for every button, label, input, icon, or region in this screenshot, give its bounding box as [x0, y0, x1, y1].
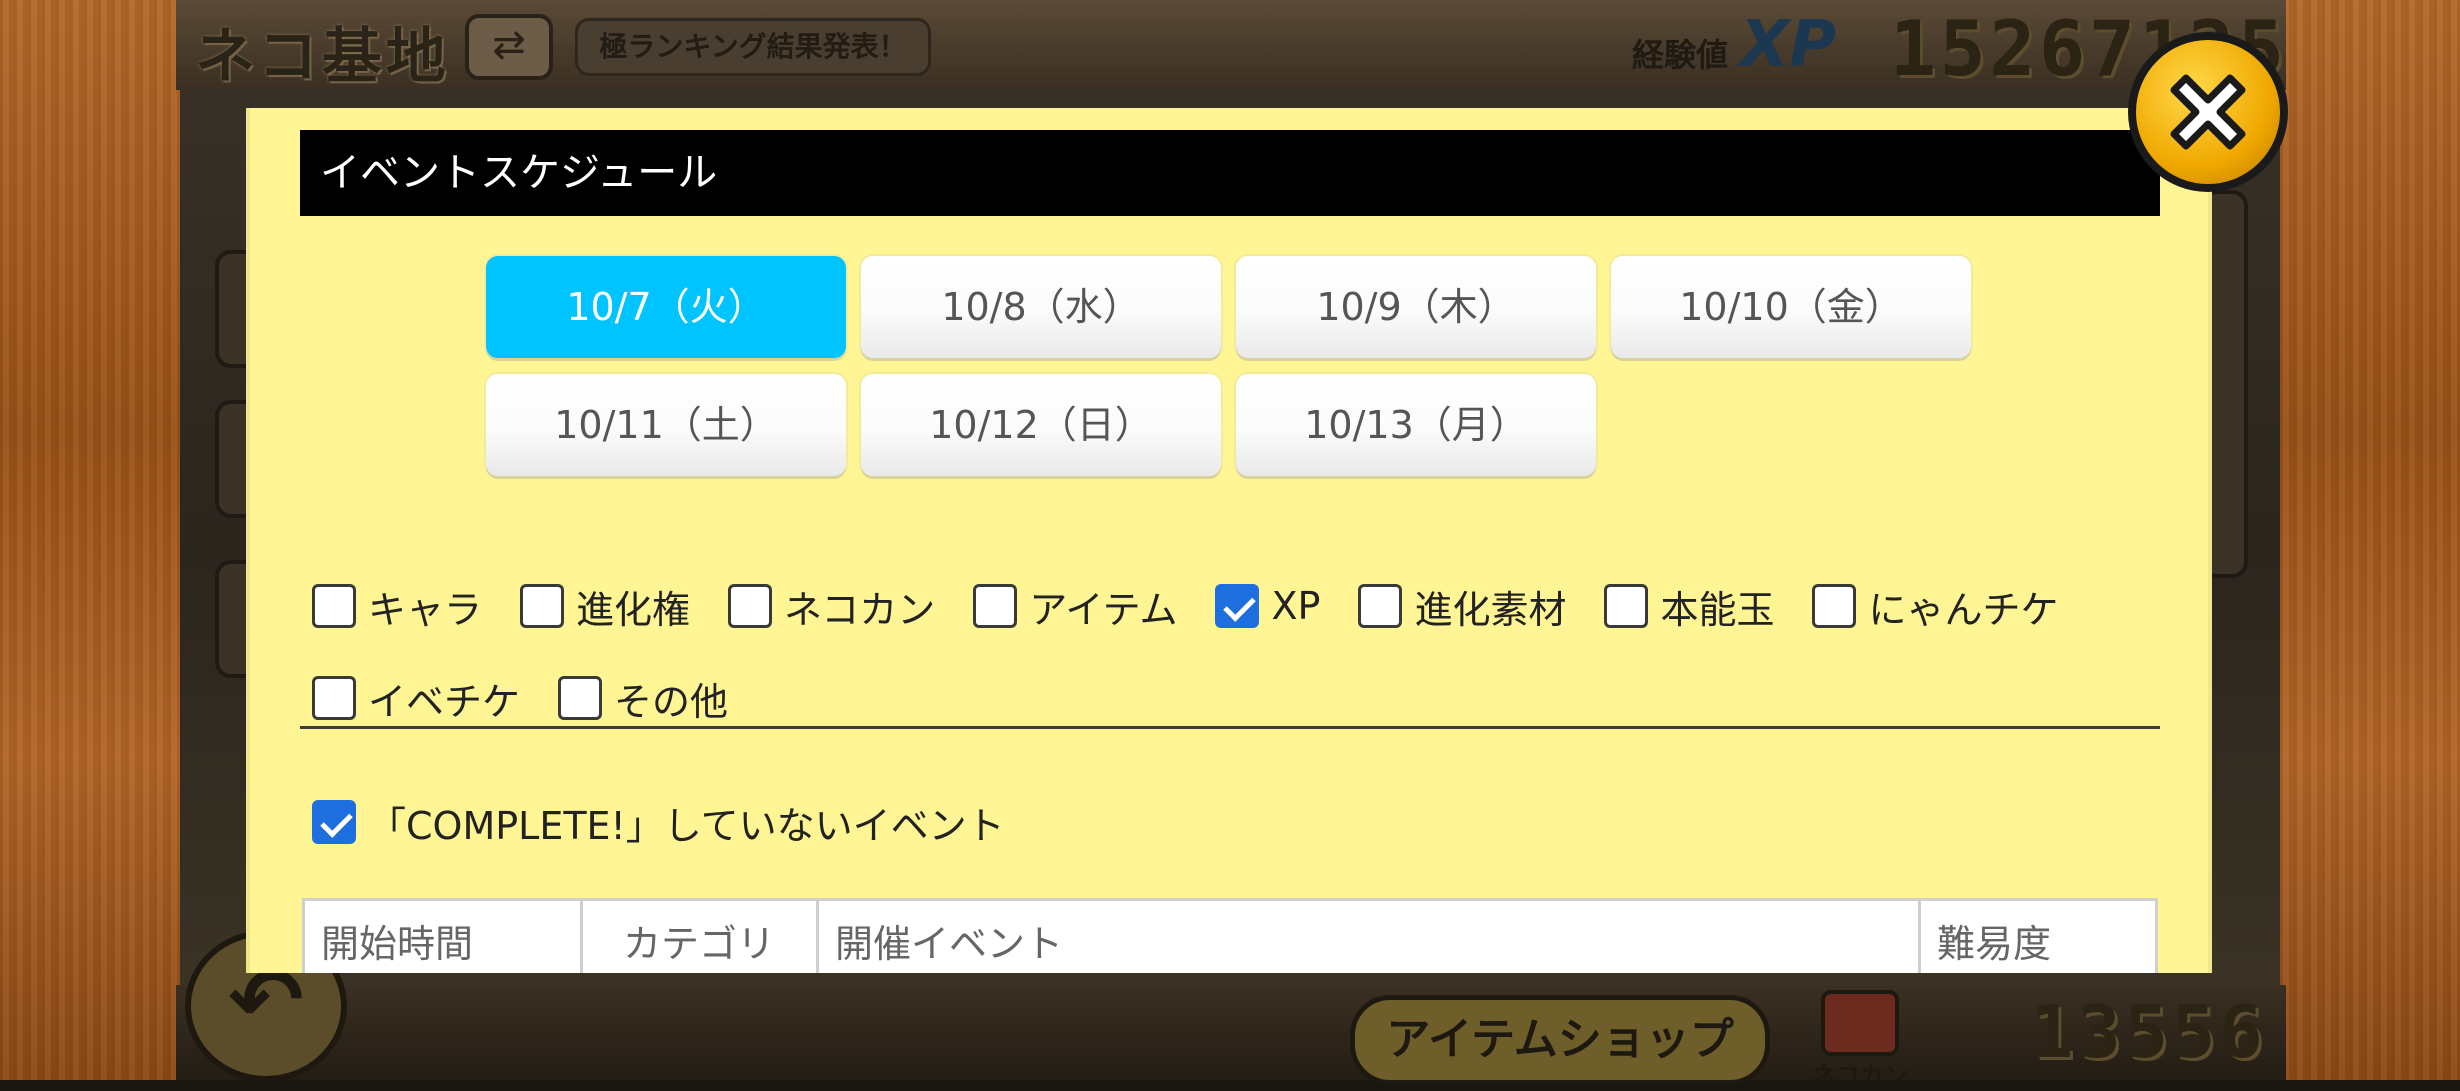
date-button[interactable]: 10/9（木）: [1236, 256, 1596, 358]
xp-word: XP: [1740, 8, 1837, 82]
nekokan-value: 13556: [2030, 990, 2267, 1074]
event-schedule-modal: イベントスケジュール 10/7（火） 10/8（水） 10/9（木） 10/10…: [246, 108, 2212, 973]
date-button[interactable]: 10/13（月）: [1236, 374, 1596, 476]
swap-icon[interactable]: ⇄: [465, 14, 553, 80]
wood-frame-right: [2280, 0, 2460, 1080]
filter-checkbox-cat-ticket[interactable]: にゃんチケ: [1812, 579, 2058, 634]
filter-checkbox-nekokan[interactable]: ネコカン: [728, 579, 935, 634]
date-button[interactable]: 10/12（日）: [861, 374, 1221, 476]
modal-title: イベントスケジュール: [300, 130, 2160, 216]
category-filter-row-2: イベチケ その他: [312, 668, 766, 728]
filter-label: 進化素材: [1414, 587, 1567, 632]
checkbox-box[interactable]: [1604, 584, 1649, 628]
column-header-start-time[interactable]: 開始時間: [305, 901, 583, 973]
filter-label: アイテム: [1029, 587, 1178, 632]
filter-divider: [300, 726, 2160, 729]
checkbox-box[interactable]: [520, 584, 565, 628]
filter-label: XP: [1271, 584, 1321, 628]
filter-checkbox-event-ticket[interactable]: イベチケ: [312, 671, 520, 726]
bottom-bar: [176, 985, 2286, 1080]
filter-checkbox-evolve-material[interactable]: 進化素材: [1358, 579, 1566, 634]
event-table-header: 開始時間 カテゴリ 開催イベント 難易度: [302, 898, 2158, 973]
xp-label: 経験値: [1632, 36, 1729, 74]
filter-checkbox-item[interactable]: アイテム: [973, 579, 1177, 634]
filter-checkbox-incomplete[interactable]: 「COMPLETE!」していないイベント: [312, 795, 1005, 850]
filter-checkbox-evolve-ticket[interactable]: 進化権: [520, 579, 690, 634]
checkbox-box[interactable]: [558, 676, 603, 720]
close-button[interactable]: [2128, 32, 2288, 192]
checkbox-box[interactable]: [312, 800, 356, 844]
nekokan-icon: ネコカン: [1805, 990, 1915, 1090]
nekokan-label: ネコカン: [1812, 1062, 1908, 1090]
checkbox-box[interactable]: [973, 584, 1018, 628]
wood-frame-left: [0, 0, 180, 1080]
checkbox-box[interactable]: [312, 584, 356, 628]
checkbox-box[interactable]: [728, 584, 773, 628]
checkbox-box[interactable]: [1358, 584, 1403, 628]
item-shop-button[interactable]: アイテムショップ: [1350, 995, 1770, 1085]
checkbox-box[interactable]: [1215, 584, 1260, 628]
column-header-category[interactable]: カテゴリ: [583, 901, 819, 973]
filter-checkbox-xp[interactable]: XP: [1215, 584, 1320, 628]
filter-label: その他: [614, 679, 729, 724]
news-ticker[interactable]: 極ランキング結果発表！: [575, 18, 931, 76]
filter-checkbox-chara[interactable]: キャラ: [312, 579, 482, 634]
screen-title: ネコ基地: [195, 22, 450, 92]
close-icon: [2170, 74, 2246, 150]
checkbox-box[interactable]: [312, 676, 356, 720]
filter-label: 進化権: [576, 587, 691, 632]
filter-checkbox-other[interactable]: その他: [558, 671, 728, 726]
filter-label: イベチケ: [368, 679, 521, 724]
incomplete-filter-row: 「COMPLETE!」していないイベント: [312, 792, 1043, 852]
checkbox-box[interactable]: [1812, 584, 1857, 628]
filter-checkbox-talent-orb[interactable]: 本能玉: [1604, 579, 1774, 634]
date-button[interactable]: 10/8（水）: [861, 256, 1221, 358]
category-filter-row: キャラ 進化権 ネコカン アイテム XP 進化素材 本能玉 にゃんチケ: [312, 576, 2096, 636]
filter-label: ネコカン: [784, 587, 936, 632]
filter-label: にゃんチケ: [1868, 587, 2059, 632]
column-header-difficulty[interactable]: 難易度: [1921, 901, 2158, 973]
filter-label: 「COMPLETE!」していないイベント: [368, 803, 1005, 848]
date-button[interactable]: 10/7（火）: [486, 256, 846, 358]
can-icon: [1821, 990, 1899, 1056]
filter-label: 本能玉: [1660, 587, 1775, 632]
date-button[interactable]: 10/11（土）: [486, 374, 846, 476]
date-button[interactable]: 10/10（金）: [1611, 256, 1971, 358]
filter-label: キャラ: [368, 587, 483, 632]
column-header-event[interactable]: 開催イベント: [819, 901, 1921, 973]
